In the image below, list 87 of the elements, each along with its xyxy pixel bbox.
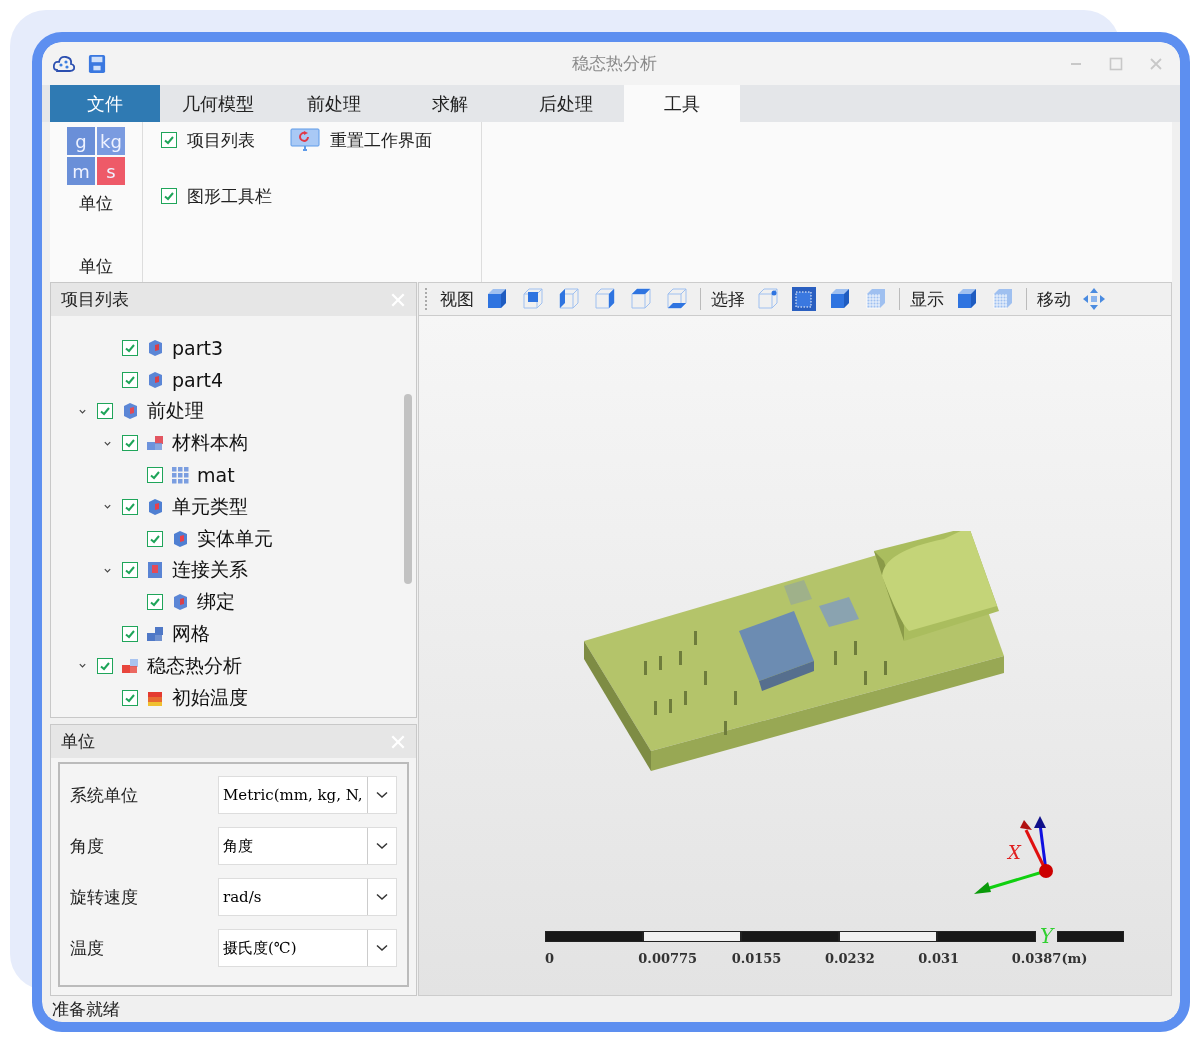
toolbar-label: 移动 bbox=[1037, 287, 1071, 311]
blocks-icon bbox=[146, 434, 164, 453]
checkbox[interactable] bbox=[97, 657, 113, 674]
checkbox[interactable] bbox=[122, 435, 138, 452]
menu-tab[interactable]: 几何模型 bbox=[160, 85, 276, 122]
cube-icon[interactable] bbox=[628, 286, 654, 312]
chevron-down-icon bbox=[376, 944, 388, 952]
scale-label: 0.031 bbox=[918, 951, 961, 966]
panel-title: 项目列表 bbox=[61, 288, 129, 311]
cube-icon[interactable] bbox=[791, 286, 817, 312]
checkbox[interactable] bbox=[122, 498, 138, 515]
checkbox[interactable] bbox=[147, 594, 163, 611]
tree-item[interactable]: 网格 bbox=[172, 621, 210, 648]
tree-item[interactable]: 连接关系 bbox=[172, 557, 248, 584]
cube-icon[interactable] bbox=[520, 286, 546, 312]
panel-title: 单位 bbox=[61, 730, 95, 753]
menu-tab[interactable]: 后处理 bbox=[508, 85, 624, 122]
unit-dropdown[interactable]: Metric(mm, kg, N, bbox=[218, 776, 397, 814]
tree-item[interactable]: part3 bbox=[172, 336, 224, 359]
scrollbar-thumb[interactable] bbox=[404, 394, 412, 584]
menu-tab[interactable]: 前处理 bbox=[276, 85, 392, 122]
tree-item[interactable]: part4 bbox=[172, 368, 224, 391]
grid-icon bbox=[171, 466, 189, 485]
checkbox[interactable] bbox=[122, 371, 138, 388]
unit-dropdown[interactable]: rad/s bbox=[218, 878, 397, 916]
chevron-down-icon bbox=[376, 791, 388, 799]
group-label: 单位 bbox=[79, 255, 113, 278]
checkbox[interactable] bbox=[122, 689, 138, 706]
blocks-icon bbox=[146, 625, 164, 644]
save-icon[interactable] bbox=[88, 53, 106, 74]
scale-label: 0.0387(m) bbox=[1011, 951, 1089, 966]
toolbar-label: 选择 bbox=[711, 287, 745, 311]
field-label: 温度 bbox=[70, 936, 104, 960]
toolbar-label: 视图 bbox=[440, 287, 474, 311]
cube-icon bbox=[146, 338, 164, 357]
tree-item[interactable]: 实体单元 bbox=[197, 525, 273, 552]
menu-tab[interactable]: 文件 bbox=[50, 85, 160, 122]
axis-label: Y bbox=[1040, 930, 1054, 943]
cube-icon[interactable] bbox=[755, 286, 781, 312]
checkbox[interactable] bbox=[161, 188, 177, 204]
unit-dropdown[interactable]: 角度 bbox=[218, 827, 397, 865]
scale-label: 0.00775 bbox=[638, 951, 699, 966]
cube-icon[interactable] bbox=[592, 286, 618, 312]
checkbox-label[interactable]: 项目列表 bbox=[187, 128, 255, 152]
unit-dropdown[interactable]: 摄氏度(℃) bbox=[218, 929, 397, 967]
scale-label: 0.0155 bbox=[731, 951, 783, 966]
checkbox[interactable] bbox=[122, 626, 138, 643]
monitor-refresh-icon bbox=[290, 128, 320, 152]
tree-item[interactable]: mat bbox=[197, 464, 235, 487]
cube-icon[interactable] bbox=[664, 286, 690, 312]
checkbox[interactable] bbox=[122, 562, 138, 579]
cube-icon bbox=[121, 402, 139, 421]
cube-icon bbox=[171, 529, 189, 548]
tree-item[interactable]: 稳态热分析 bbox=[147, 652, 242, 679]
chevron-down-icon bbox=[376, 842, 388, 850]
move-arrows-icon[interactable] bbox=[1081, 286, 1107, 312]
checkbox[interactable] bbox=[97, 403, 113, 420]
toolbar-label: 显示 bbox=[910, 287, 944, 311]
cube-icon bbox=[146, 497, 164, 516]
scale-label: 0 bbox=[545, 951, 556, 966]
tree-item[interactable]: 绑定 bbox=[197, 589, 235, 616]
cube-icon[interactable] bbox=[556, 286, 582, 312]
scale-label: 0.0232 bbox=[825, 951, 876, 966]
status-text: 准备就绪 bbox=[52, 997, 120, 1021]
cube-icon bbox=[171, 593, 189, 612]
unit-button[interactable]: g kg m s 单位 bbox=[66, 126, 126, 215]
field-label: 旋转速度 bbox=[70, 885, 138, 909]
checkbox[interactable] bbox=[147, 467, 163, 484]
menu-tab[interactable]: 求解 bbox=[392, 85, 508, 122]
tree-item[interactable]: 前处理 bbox=[147, 398, 204, 425]
tree-item[interactable]: 初始温度 bbox=[172, 684, 248, 711]
checkbox[interactable] bbox=[122, 339, 138, 356]
cube-icon bbox=[146, 370, 164, 389]
reset-workspace-button[interactable]: 重置工作界面 bbox=[290, 128, 432, 152]
checkbox-label[interactable]: 图形工具栏 bbox=[187, 184, 272, 208]
scale-bar-segment bbox=[1057, 931, 1125, 942]
checkbox[interactable] bbox=[161, 132, 177, 148]
chevron-down-icon bbox=[376, 893, 388, 901]
axis-triad-drawing: X bbox=[974, 816, 1064, 901]
field-label: 系统单位 bbox=[70, 783, 138, 807]
tree-item[interactable]: 材料本构 bbox=[172, 430, 248, 457]
blocks-icon bbox=[121, 656, 139, 675]
checkbox[interactable] bbox=[147, 530, 163, 547]
window-title: 稳态热分析 bbox=[570, 52, 658, 75]
field-label: 角度 bbox=[70, 834, 104, 858]
menu-tab[interactable]: 工具 bbox=[624, 85, 740, 122]
tree-item[interactable]: 单元类型 bbox=[172, 493, 248, 520]
